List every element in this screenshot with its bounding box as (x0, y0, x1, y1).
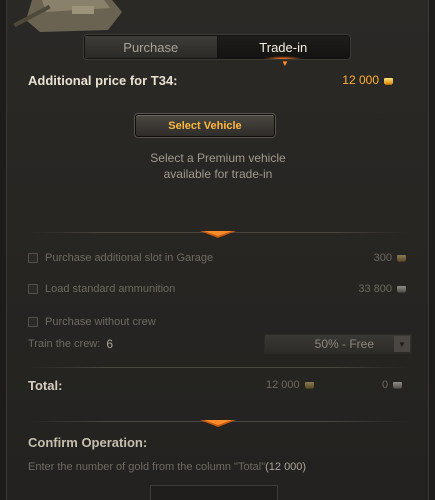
extra-slot-checkbox[interactable] (28, 253, 38, 263)
gold-icon (304, 382, 314, 388)
divider-notch-icon (200, 231, 236, 238)
total-silver: 0 (382, 379, 403, 391)
extra-slot-price: 300 (374, 252, 406, 264)
total-divider (28, 367, 408, 368)
gold-icon (384, 78, 393, 84)
section-divider (28, 231, 408, 238)
crew-training-dropdown[interactable]: 50% - Free ▼ (264, 334, 412, 354)
divider-notch-icon (200, 420, 236, 427)
tab-trade-in[interactable]: Trade-in (217, 36, 349, 59)
option-extra-slot[interactable]: Purchase additional slot in Garage 300 (28, 249, 408, 267)
crew-training-row: Train the crew: 6 50% - Free ▼ (28, 334, 412, 354)
ammo-checkbox[interactable] (28, 284, 38, 294)
total-silver-amount: 0 (382, 379, 389, 391)
confirm-operation-title: Confirm Operation: (28, 435, 148, 450)
total-label: Total: (28, 377, 63, 393)
confirm-instruction: Enter the number of gold from the column… (28, 461, 306, 473)
crew-count: 6 (106, 337, 114, 351)
ammo-label: Load standard ammunition (45, 283, 176, 295)
extra-slot-label: Purchase additional slot in Garage (45, 252, 214, 264)
ammo-price: 33 800 (358, 283, 406, 295)
crew-training-label: Train the crew: (28, 338, 101, 350)
active-tab-indicator-icon: ▼ (281, 59, 289, 68)
tank-image (13, 0, 122, 32)
total-row: Total: 12 000 0 (28, 376, 408, 394)
gold-icon (397, 255, 406, 261)
hint-line-2: available for trade-in (163, 167, 273, 181)
total-gold-amount: 12 000 (266, 379, 300, 391)
additional-price-value: 12 000 (342, 73, 393, 87)
tab-bar: Purchase Trade-in (84, 35, 350, 59)
hint-line-1: Select a Premium vehicle (150, 151, 286, 165)
extra-slot-amount: 300 (373, 252, 392, 264)
silver-icon (397, 286, 406, 292)
additional-price-amount: 12 000 (342, 73, 379, 87)
without-crew-label: Purchase without crew (45, 316, 156, 328)
select-vehicle-button[interactable]: Select Vehicle (135, 114, 275, 137)
option-standard-ammo[interactable]: Load standard ammunition 33 800 (28, 280, 408, 298)
confirm-instruction-text: Enter the number of gold from the column… (28, 461, 266, 473)
total-gold: 12 000 (266, 379, 314, 391)
option-without-crew[interactable]: Purchase without crew (28, 313, 408, 331)
select-vehicle-hint: Select a Premium vehicle available for t… (100, 150, 336, 182)
confirm-divider (28, 420, 408, 427)
crew-training-selected: 50% - Free (314, 337, 374, 351)
ammo-amount: 33 800 (358, 283, 392, 295)
without-crew-checkbox[interactable] (28, 317, 38, 327)
confirm-amount: (12 000) (265, 461, 307, 473)
confirm-gold-input[interactable] (150, 485, 278, 500)
tab-purchase[interactable]: Purchase (85, 36, 218, 58)
chevron-down-icon[interactable]: ▼ (394, 336, 410, 352)
silver-icon (393, 382, 403, 388)
